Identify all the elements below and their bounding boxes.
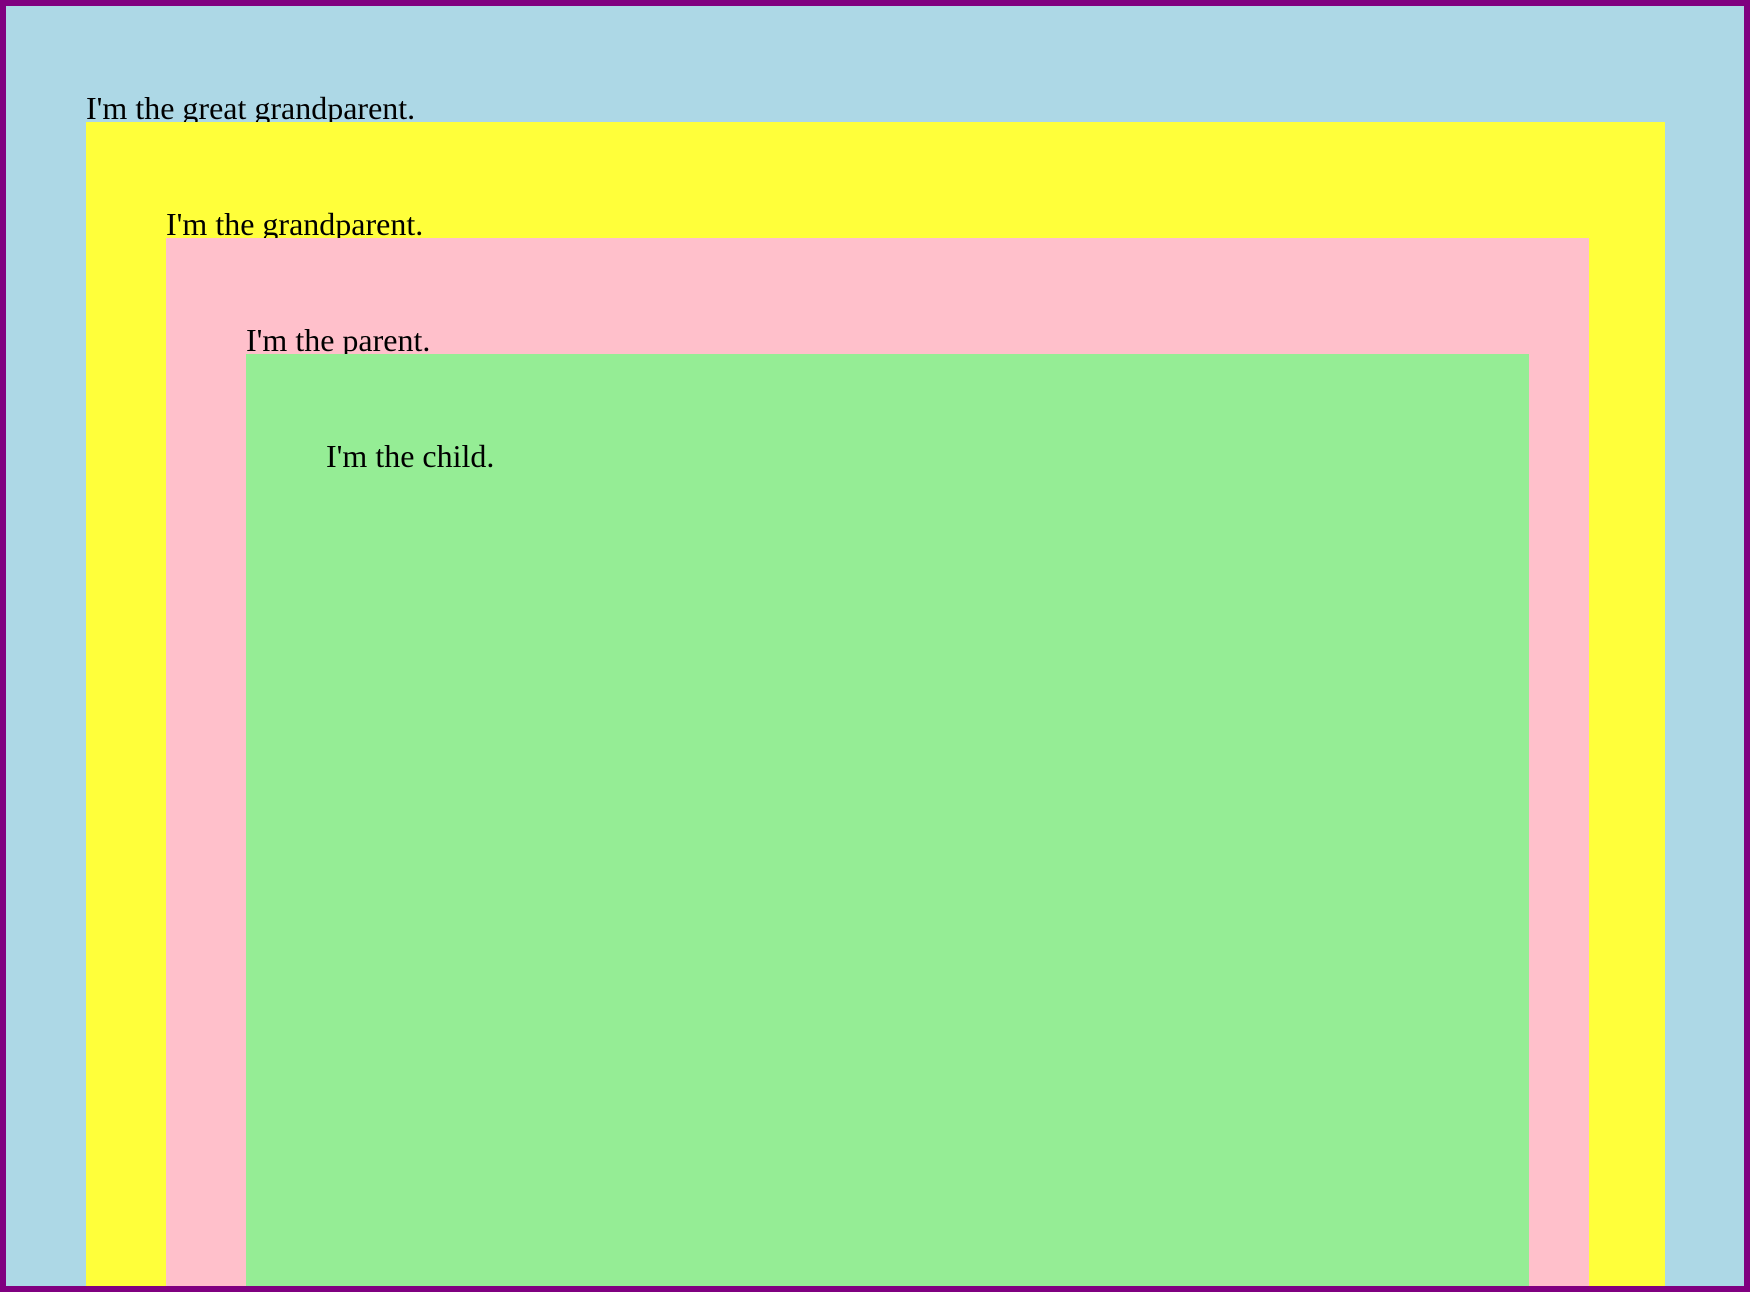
child-label: I'm the child.	[326, 438, 495, 474]
parent-label: I'm the parent.	[246, 322, 431, 358]
great-grandparent-label: I'm the great grandparent.	[86, 90, 416, 126]
parent-box: I'm the parent. I'm the child.	[166, 238, 1589, 1286]
grandparent-box: I'm the grandparent. I'm the parent. I'm…	[86, 122, 1665, 1286]
great-grandparent-box: I'm the great grandparent. I'm the grand…	[0, 0, 1750, 1292]
grandparent-label: I'm the grandparent.	[166, 206, 424, 242]
child-box: I'm the child.	[246, 354, 1529, 1286]
